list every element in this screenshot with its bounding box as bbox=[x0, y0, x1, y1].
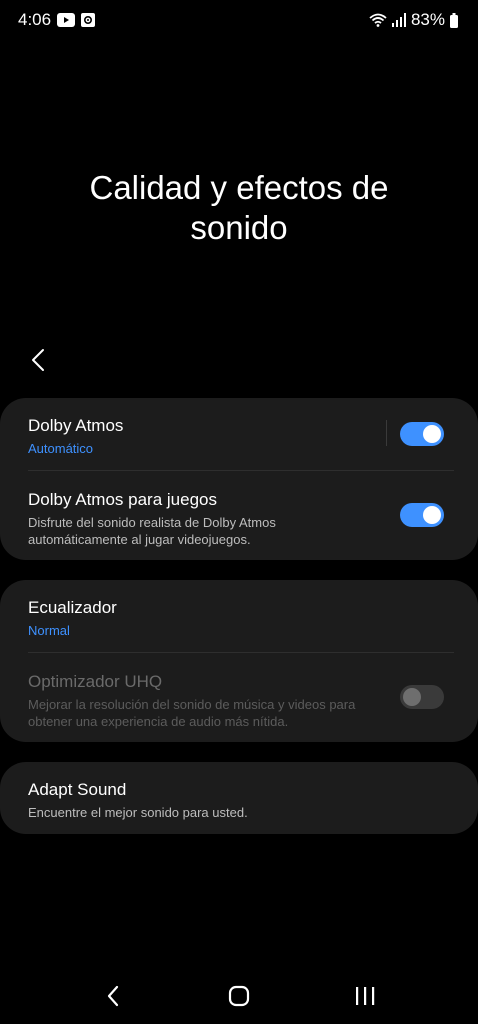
dolby-atmos-toggle[interactable] bbox=[400, 422, 444, 446]
back-button[interactable] bbox=[22, 342, 54, 378]
signal-icon bbox=[391, 13, 406, 27]
card-adapt-sound: Adapt Sound Encuentre el mejor sonido pa… bbox=[0, 762, 478, 834]
equalizer-title: Ecualizador bbox=[28, 598, 117, 617]
card-equalizer: Ecualizador Normal Optimizador UHQ Mejor… bbox=[0, 580, 478, 742]
status-left: 4:06 bbox=[18, 10, 96, 30]
card-dolby: Dolby Atmos Automático Dolby Atmos para … bbox=[0, 398, 478, 560]
equalizer-subtitle: Normal bbox=[28, 623, 70, 638]
dolby-games-title: Dolby Atmos para juegos bbox=[28, 490, 217, 509]
adapt-sound-subtitle: Encuentre el mejor sonido para usted. bbox=[28, 805, 248, 820]
status-time: 4:06 bbox=[18, 10, 52, 29]
adapt-sound-row[interactable]: Adapt Sound Encuentre el mejor sonido pa… bbox=[0, 762, 478, 834]
dolby-games-toggle[interactable] bbox=[400, 503, 444, 527]
adapt-sound-title: Adapt Sound bbox=[28, 780, 127, 799]
uhq-subtitle: Mejorar la resolución del sonido de músi… bbox=[28, 697, 356, 729]
row-separator bbox=[386, 420, 387, 446]
navigation-bar bbox=[0, 968, 478, 1024]
toggle-knob bbox=[403, 688, 421, 706]
uhq-row[interactable]: Optimizador UHQ Mejorar la resolución de… bbox=[0, 653, 478, 742]
page-title: Calidad y efectos de sonido bbox=[89, 169, 389, 246]
toggle-knob bbox=[423, 506, 441, 524]
notification-icon bbox=[81, 13, 96, 27]
wifi-icon bbox=[369, 13, 387, 27]
youtube-icon bbox=[57, 13, 76, 27]
battery-percent: 83% bbox=[410, 10, 445, 29]
chevron-left-icon bbox=[32, 349, 44, 371]
nav-back-button[interactable] bbox=[93, 976, 133, 1016]
dolby-atmos-row[interactable]: Dolby Atmos Automático bbox=[0, 398, 478, 470]
toggle-knob bbox=[423, 425, 441, 443]
nav-recents-icon bbox=[356, 987, 375, 1005]
dolby-games-subtitle: Disfrute del sonido realista de Dolby At… bbox=[28, 515, 276, 547]
nav-back-icon bbox=[107, 985, 119, 1007]
nav-recents-button[interactable] bbox=[345, 976, 385, 1016]
uhq-toggle[interactable] bbox=[400, 685, 444, 709]
nav-home-icon bbox=[228, 985, 250, 1007]
equalizer-row[interactable]: Ecualizador Normal bbox=[0, 580, 478, 652]
battery-icon bbox=[450, 12, 458, 28]
nav-home-button[interactable] bbox=[219, 976, 259, 1016]
status-right: 83% bbox=[369, 10, 458, 30]
screen: 4:06 83% Calidad y efectos de sonido Dol… bbox=[0, 0, 478, 1024]
uhq-title: Optimizador UHQ bbox=[28, 672, 163, 691]
dolby-games-row[interactable]: Dolby Atmos para juegos Disfrute del son… bbox=[0, 471, 478, 560]
status-bar: 4:06 83% bbox=[0, 0, 478, 40]
